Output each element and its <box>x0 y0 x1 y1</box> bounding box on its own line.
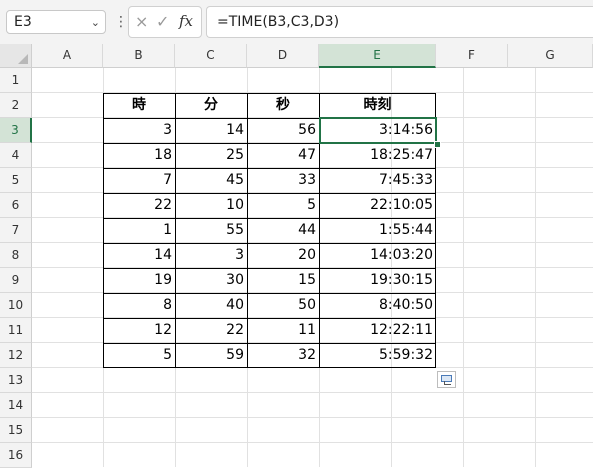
table-cell[interactable]: 55 <box>175 218 247 243</box>
table-cell[interactable]: 44 <box>247 218 319 243</box>
table-header-cell[interactable]: 秒 <box>247 93 319 118</box>
table-cell[interactable]: 45 <box>175 168 247 193</box>
table-vertical-line <box>247 93 248 368</box>
column-header-d[interactable]: D <box>247 44 319 68</box>
table-cell[interactable]: 12 <box>103 318 175 343</box>
table-cell[interactable]: 3 <box>103 118 175 143</box>
table-cell[interactable]: 32 <box>247 343 319 368</box>
table-cell[interactable]: 1 <box>103 218 175 243</box>
quick-analysis-icon[interactable] <box>437 371 456 388</box>
table-horizontal-line <box>103 293 436 294</box>
table-cell[interactable]: 8 <box>103 293 175 318</box>
table-cell[interactable]: 5 <box>247 193 319 218</box>
table-header-cell[interactable]: 時 <box>103 93 175 118</box>
table-cell[interactable]: 40 <box>175 293 247 318</box>
table-horizontal-line <box>103 218 436 219</box>
table-cell[interactable]: 7 <box>103 168 175 193</box>
table-cell[interactable]: 22:10:05 <box>319 193 436 218</box>
table-cell[interactable]: 33 <box>247 168 319 193</box>
insert-function-icon[interactable]: fx <box>179 12 193 30</box>
table-cell[interactable]: 20 <box>247 243 319 268</box>
row-header-15[interactable]: 15 <box>0 418 32 443</box>
row-header-2[interactable]: 2 <box>0 93 32 118</box>
active-cell-outline <box>319 117 437 144</box>
table-horizontal-line <box>103 243 436 244</box>
table-cell[interactable]: 30 <box>175 268 247 293</box>
table-header-cell[interactable]: 時刻 <box>319 93 436 118</box>
column-header-a[interactable]: A <box>32 44 103 68</box>
table-cell[interactable]: 22 <box>103 193 175 218</box>
table-cell[interactable]: 59 <box>175 343 247 368</box>
table-cell[interactable]: 3 <box>175 243 247 268</box>
row-header-3[interactable]: 3 <box>0 118 32 143</box>
table-cell[interactable]: 14 <box>103 243 175 268</box>
table-cell[interactable]: 18:25:47 <box>319 143 436 168</box>
table-cell[interactable]: 50 <box>247 293 319 318</box>
table-cell[interactable]: 11 <box>247 318 319 343</box>
table-cell[interactable]: 10 <box>175 193 247 218</box>
table-horizontal-line <box>103 268 436 269</box>
table-cell[interactable]: 19 <box>103 268 175 293</box>
table-horizontal-line <box>103 193 436 194</box>
row-header-11[interactable]: 11 <box>0 318 32 343</box>
table-cell[interactable]: 56 <box>247 118 319 143</box>
table-horizontal-line <box>103 318 436 319</box>
formula-buttons: × ✓ fx <box>128 6 202 38</box>
name-box[interactable]: E3 ⌄ <box>6 10 106 34</box>
table-cell[interactable]: 14 <box>175 118 247 143</box>
table-cell[interactable]: 7:45:33 <box>319 168 436 193</box>
name-box-value: E3 <box>14 14 32 30</box>
table-cell[interactable]: 5:59:32 <box>319 343 436 368</box>
select-all-corner[interactable] <box>0 44 32 68</box>
row-header-10[interactable]: 10 <box>0 293 32 318</box>
table-cell[interactable]: 47 <box>247 143 319 168</box>
formula-input[interactable]: =TIME(B3,C3,D3) <box>206 6 593 38</box>
row-header-1[interactable]: 1 <box>0 68 32 93</box>
row-header-4[interactable]: 4 <box>0 143 32 168</box>
table-cell[interactable]: 25 <box>175 143 247 168</box>
table-cell[interactable]: 12:22:11 <box>319 318 436 343</box>
row-header-5[interactable]: 5 <box>0 168 32 193</box>
row-header-16[interactable]: 16 <box>0 443 32 468</box>
row-header-9[interactable]: 9 <box>0 268 32 293</box>
enter-icon[interactable]: ✓ <box>156 12 169 31</box>
column-header-b[interactable]: B <box>103 44 175 68</box>
row-header-8[interactable]: 8 <box>0 243 32 268</box>
table-horizontal-line <box>103 343 436 344</box>
row-header-6[interactable]: 6 <box>0 193 32 218</box>
chevron-down-icon[interactable]: ⌄ <box>91 12 100 34</box>
column-header-e[interactable]: E <box>319 44 436 68</box>
more-options-icon[interactable]: ⋮ <box>114 12 128 32</box>
table-vertical-line <box>175 93 176 368</box>
table-cell[interactable]: 18 <box>103 143 175 168</box>
table-cell[interactable]: 8:40:50 <box>319 293 436 318</box>
table-horizontal-line <box>103 168 436 169</box>
column-header-f[interactable]: F <box>436 44 508 68</box>
row-header-13[interactable]: 13 <box>0 368 32 393</box>
row-header-12[interactable]: 12 <box>0 343 32 368</box>
formula-bar: E3 ⌄ ⋮ × ✓ fx =TIME(B3,C3,D3) <box>0 0 593 44</box>
column-header-c[interactable]: C <box>175 44 247 68</box>
table-cell[interactable]: 19:30:15 <box>319 268 436 293</box>
table-cell[interactable]: 22 <box>175 318 247 343</box>
row-header-14[interactable]: 14 <box>0 393 32 418</box>
table-header-cell[interactable]: 分 <box>175 93 247 118</box>
table-cell[interactable]: 14:03:20 <box>319 243 436 268</box>
table-cell[interactable]: 5 <box>103 343 175 368</box>
fill-handle[interactable] <box>434 141 441 148</box>
table-cell[interactable]: 15 <box>247 268 319 293</box>
column-header-g[interactable]: G <box>508 44 593 68</box>
table-cell[interactable]: 1:55:44 <box>319 218 436 243</box>
cancel-icon[interactable]: × <box>135 12 148 31</box>
row-header-7[interactable]: 7 <box>0 218 32 243</box>
